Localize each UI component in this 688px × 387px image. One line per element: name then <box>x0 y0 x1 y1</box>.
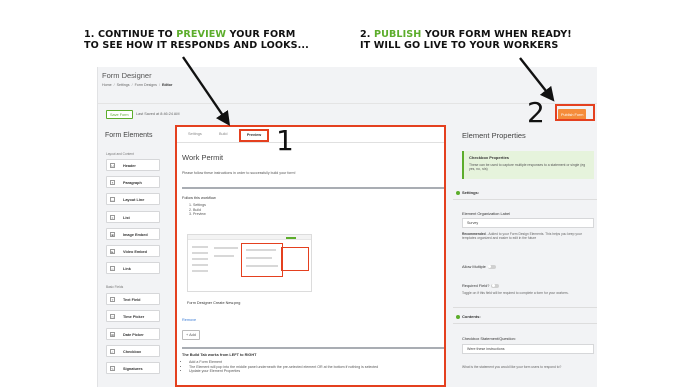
step-number-1: 1 <box>276 124 294 157</box>
arrow-to-preview <box>182 56 231 126</box>
arrow-to-publish <box>519 57 555 102</box>
step-number-2: 2 <box>527 96 545 129</box>
tutorial-slide: 1. CONTINUE TO PREVIEW YOUR FORM TO SEE … <box>0 0 688 387</box>
callout-arrows <box>182 56 555 126</box>
